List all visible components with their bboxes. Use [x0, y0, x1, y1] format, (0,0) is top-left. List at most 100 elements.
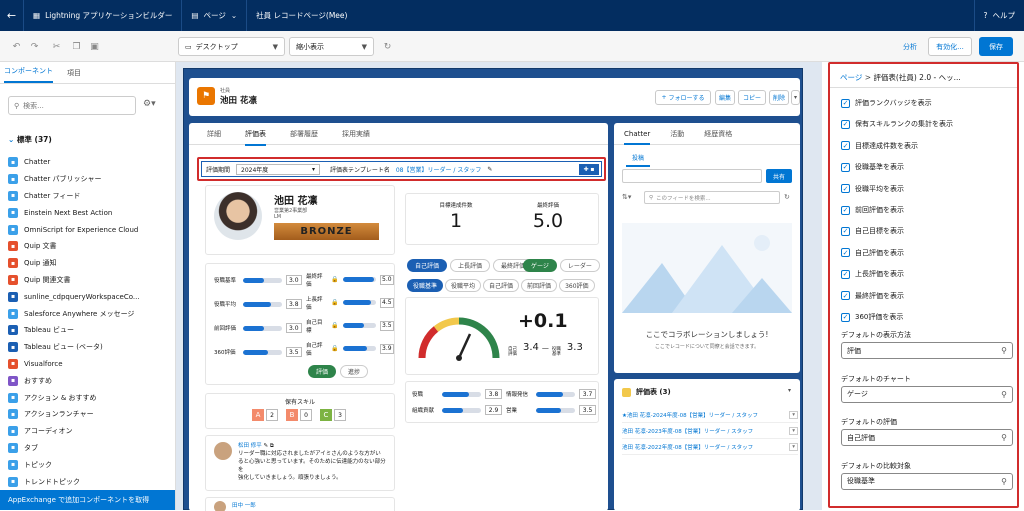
- share-button[interactable]: 共有: [766, 169, 792, 183]
- field-lookup-input[interactable]: 自己評価 ⚲: [841, 429, 1013, 447]
- checkbox-checked-icon[interactable]: ✓: [841, 291, 850, 301]
- related-item-link[interactable]: 池田 花凛-2022年度-08【営業】リーダー / スタッフ: [622, 443, 753, 451]
- component-item[interactable]: ▪ Chatter パブリッシャー: [8, 171, 170, 188]
- filter-pill[interactable]: 役職基準: [407, 279, 444, 292]
- related-item[interactable]: 池田 花凛-2023年度-08【営業】リーダー / スタッフ ▾: [622, 423, 798, 439]
- related-item-link[interactable]: ★池田 花凛-2024年度-08【営業】リーダー / スタッフ: [622, 411, 758, 419]
- toggle-progress[interactable]: 進捗: [340, 365, 369, 378]
- tab-details[interactable]: 詳細: [207, 129, 221, 139]
- checkbox-checked-icon[interactable]: ✓: [841, 162, 850, 172]
- checkbox-checked-icon[interactable]: ✓: [841, 226, 850, 236]
- tab-activity[interactable]: 活動: [670, 129, 684, 139]
- refresh-icon[interactable]: ↻: [784, 193, 790, 201]
- component-item[interactable]: ▪ タブ: [8, 440, 170, 457]
- undo-icon[interactable]: ↶: [10, 40, 23, 53]
- component-item[interactable]: ▪ sunline_cdpqueryWorkspaceCo...: [8, 288, 170, 305]
- selected-component-highlight[interactable]: 評価期間 2024年度 ▾ 評価表テンプレート名 08【営業】リーダー / スタッ…: [197, 157, 606, 181]
- component-item[interactable]: ▪ OmniScript for Experience Cloud: [8, 221, 170, 238]
- filter-pill[interactable]: 上長評価: [450, 259, 491, 272]
- checkbox-checked-icon[interactable]: ✓: [841, 269, 850, 279]
- field-lookup-input[interactable]: 役職基準 ⚲: [841, 472, 1013, 490]
- tab-evaluation[interactable]: 評価表: [245, 129, 266, 146]
- tab-components[interactable]: コンポーネント: [4, 66, 53, 83]
- sort-icon[interactable]: ⇅▾: [622, 193, 631, 201]
- filter-pill[interactable]: 前回評価: [521, 279, 558, 292]
- component-item[interactable]: ▪ おすすめ: [8, 372, 170, 389]
- edit-pencil-icon[interactable]: ✎: [487, 166, 492, 173]
- tab-career[interactable]: 経歴資格: [704, 129, 732, 139]
- tab-hiring[interactable]: 採用実績: [342, 129, 370, 139]
- breadcrumb-root[interactable]: ページ: [840, 73, 862, 82]
- row-menu-icon[interactable]: ▾: [789, 442, 798, 451]
- activate-button[interactable]: 有効化...: [928, 37, 972, 56]
- more-actions-button[interactable]: ▾: [791, 90, 800, 105]
- checkbox-checked-icon[interactable]: ✓: [841, 248, 850, 258]
- checkbox-checked-icon[interactable]: ✓: [841, 205, 850, 215]
- post-input[interactable]: [622, 169, 762, 183]
- component-item[interactable]: ▪ アクションランチャー: [8, 406, 170, 423]
- property-checkbox[interactable]: ✓ 評価ランクバッジを表示: [841, 98, 932, 108]
- checkbox-checked-icon[interactable]: ✓: [841, 119, 850, 129]
- copy-button[interactable]: コピー: [738, 90, 766, 105]
- edit-button[interactable]: 編集: [715, 90, 735, 105]
- paste-icon[interactable]: ▣: [88, 40, 101, 53]
- property-checkbox[interactable]: ✓ 保有スキルランクの集計を表示: [841, 119, 953, 129]
- tab-dept-history[interactable]: 部署履歴: [290, 129, 318, 139]
- checkbox-checked-icon[interactable]: ✓: [841, 141, 850, 151]
- checkbox-checked-icon[interactable]: ✓: [841, 184, 850, 194]
- page-menu[interactable]: ▤ ページ ⌄: [182, 0, 248, 31]
- feed-search-input[interactable]: ⚲ このフィードを検索...: [644, 191, 780, 204]
- component-item[interactable]: ▪ Quip 文書: [8, 238, 170, 255]
- component-item[interactable]: ▪ トピック: [8, 456, 170, 473]
- property-checkbox[interactable]: ✓ 自己目標を表示: [841, 226, 904, 236]
- tab-fields[interactable]: 項目: [67, 68, 81, 83]
- app-title-menu[interactable]: ▦ Lightning アプリケーションビルダー: [24, 0, 183, 31]
- help-button[interactable]: ? ヘルプ: [973, 0, 1024, 31]
- tab-chatter[interactable]: Chatter: [624, 130, 651, 145]
- component-item[interactable]: ▪ Tableau ビュー: [8, 322, 170, 339]
- component-item[interactable]: ▪ Tableau ビュー (ベータ): [8, 339, 170, 356]
- analyze-button[interactable]: 分析: [896, 37, 924, 56]
- property-checkbox[interactable]: ✓ 上長評価を表示: [841, 269, 904, 279]
- component-item[interactable]: ▪ Quip 通知: [8, 255, 170, 272]
- component-item[interactable]: ▪ アクション & おすすめ: [8, 389, 170, 406]
- filter-pill[interactable]: 360評価: [559, 279, 595, 292]
- checkbox-checked-icon[interactable]: ✓: [841, 98, 850, 108]
- edit-icon[interactable]: ✎ ⧉: [264, 443, 274, 449]
- redo-icon[interactable]: ↷: [28, 40, 41, 53]
- device-select[interactable]: ▭ デスクトップ ▼: [178, 37, 285, 56]
- related-item-link[interactable]: 池田 花凛-2023年度-08【営業】リーダー / スタッフ: [622, 427, 753, 435]
- property-checkbox[interactable]: ✓ 最終評価を表示: [841, 291, 904, 301]
- row-menu-icon[interactable]: ▾: [789, 426, 798, 435]
- filter-pill[interactable]: レーダー: [559, 259, 600, 272]
- back-button[interactable]: ←: [0, 0, 24, 31]
- filter-pill[interactable]: ゲージ: [523, 259, 557, 272]
- save-button[interactable]: 保存: [979, 37, 1013, 56]
- component-item[interactable]: ▪ Chatter: [8, 154, 170, 171]
- component-action-icon[interactable]: ✚ ▪: [579, 163, 599, 175]
- component-item[interactable]: ▪ Chatter フィード: [8, 188, 170, 205]
- appexchange-link[interactable]: AppExchange で追加コンポーネントを取得: [0, 490, 175, 510]
- zoom-select[interactable]: 縮小表示 ▼: [289, 37, 374, 56]
- filter-pill[interactable]: 役職平均: [445, 279, 482, 292]
- component-item[interactable]: ▪ アコーディオン: [8, 423, 170, 440]
- component-item[interactable]: ▪ Quip 関連文書: [8, 272, 170, 289]
- property-checkbox[interactable]: ✓ 360評価を表示: [841, 312, 903, 322]
- related-item[interactable]: 池田 花凛-2022年度-08【営業】リーダー / スタッフ ▾: [622, 439, 798, 455]
- related-item[interactable]: ★池田 花凛-2024年度-08【営業】リーダー / スタッフ ▾: [622, 407, 798, 423]
- post-tab[interactable]: 投稿: [626, 153, 651, 167]
- gear-icon[interactable]: ⚙▾: [143, 99, 156, 109]
- copy-icon[interactable]: ❐: [70, 40, 83, 53]
- component-item[interactable]: ▪ Visualforce: [8, 356, 170, 373]
- component-item[interactable]: ▪ Salesforce Anywhere メッセージ: [8, 305, 170, 322]
- period-select[interactable]: 2024年度 ▾: [236, 163, 321, 175]
- delete-button[interactable]: 削除: [769, 90, 789, 105]
- row-menu-icon[interactable]: ▾: [789, 410, 798, 419]
- follow-button[interactable]: + フォローする: [655, 90, 711, 105]
- checkbox-checked-icon[interactable]: ✓: [841, 312, 850, 322]
- post-author[interactable]: 松田 修平: [238, 443, 262, 449]
- toggle-evaluation[interactable]: 評価: [308, 365, 337, 378]
- component-item[interactable]: ▪ トレンドトピック: [8, 473, 170, 490]
- standard-section-header[interactable]: ⌄ 標準 (37): [8, 134, 52, 145]
- field-lookup-input[interactable]: 評価 ⚲: [841, 342, 1013, 359]
